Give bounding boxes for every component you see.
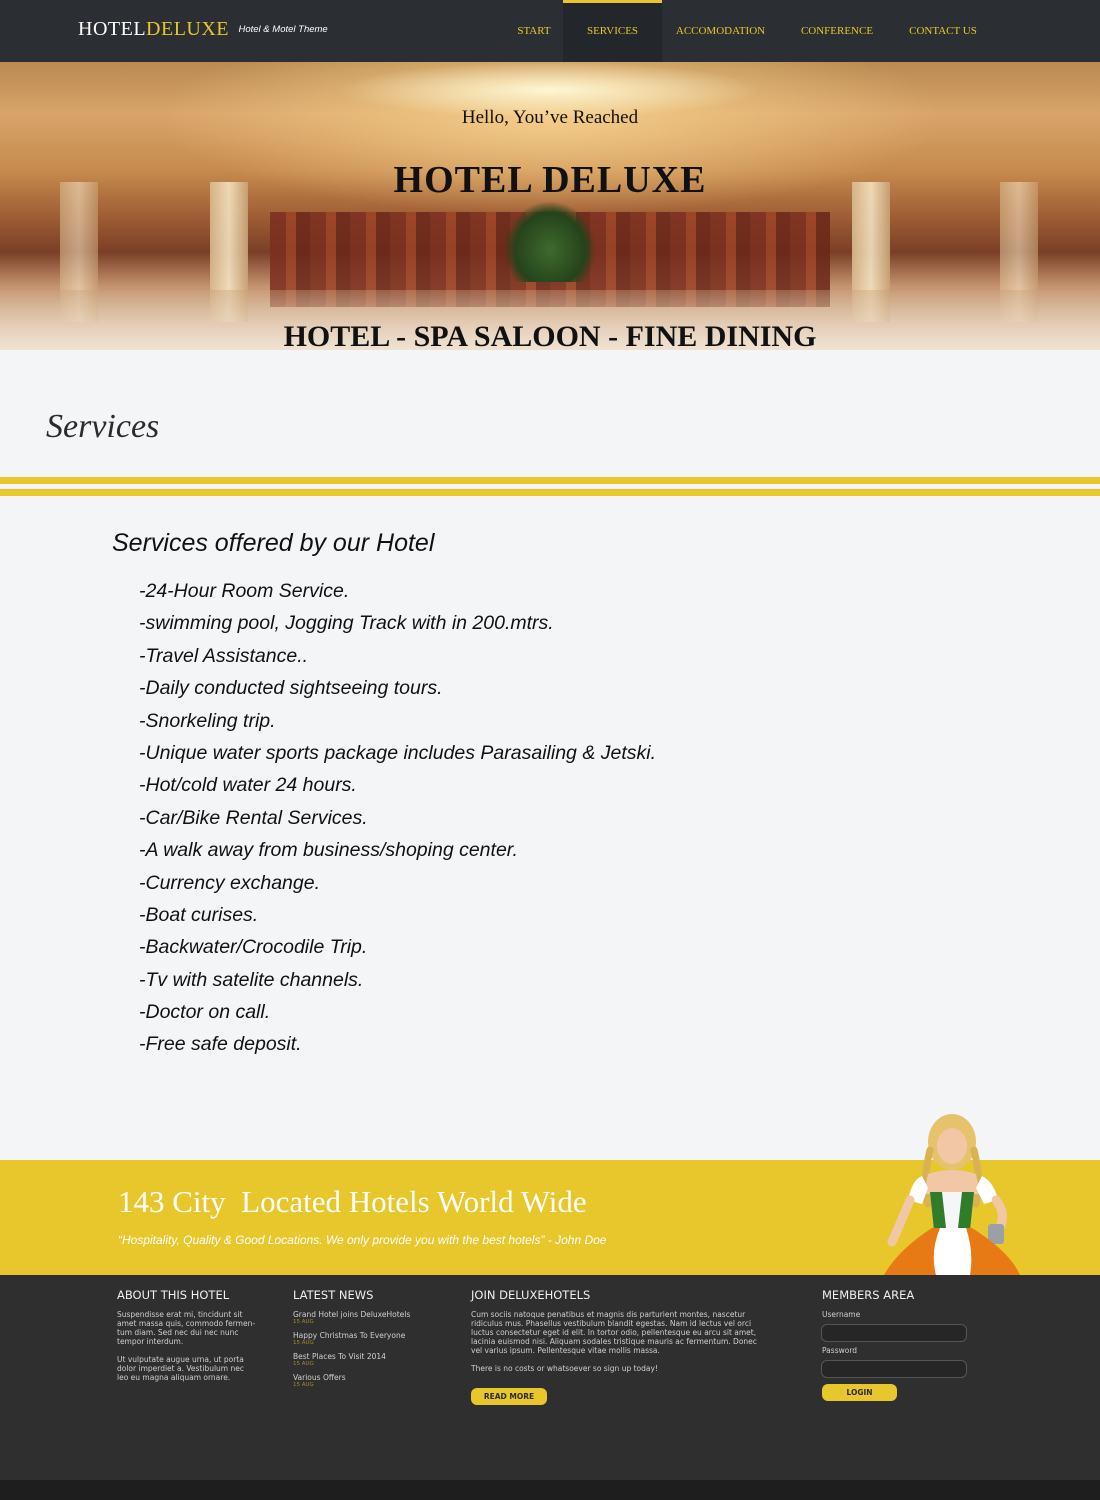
- promo-title: 143 City Located Hotels World Wide: [118, 1184, 587, 1219]
- service-item: -Travel Assistance..: [139, 644, 309, 667]
- hero-banner: Hello, You’ve Reached HOTEL DELUXE HOTEL…: [0, 62, 1100, 350]
- news-item[interactable]: Various Offers 15 AUG: [293, 1373, 346, 1389]
- footer-join-text-2: There is no costs or whatsoever so sign …: [471, 1364, 658, 1373]
- hero-plant: [505, 202, 595, 282]
- nav-item-conference[interactable]: CONFERENCE: [786, 0, 888, 62]
- username-label: Username: [822, 1310, 861, 1319]
- news-item-title[interactable]: Best Places To Visit 2014: [293, 1352, 386, 1361]
- service-item: -swimming pool, Jogging Track with in 20…: [139, 612, 554, 635]
- top-navbar: HOTELDELUXE Hotel & Motel Theme START SE…: [0, 0, 1100, 62]
- page-title: Services: [46, 408, 160, 445]
- service-item: -Tv with satelite channels.: [139, 968, 364, 991]
- service-item: -Free safe deposit.: [139, 1033, 302, 1056]
- service-item: -Daily conducted sightseeing tours.: [139, 677, 443, 700]
- divider-stripe: [0, 477, 1100, 484]
- nav-item-start[interactable]: START: [505, 0, 563, 62]
- read-more-button[interactable]: READ MORE: [471, 1388, 547, 1405]
- nav-item-services[interactable]: SERVICES: [563, 0, 662, 62]
- password-label: Password: [822, 1346, 858, 1355]
- password-input[interactable]: [821, 1360, 967, 1378]
- footer-bottom-bar: [0, 1480, 1100, 1500]
- hero-subtitle: HOTEL - SPA SALOON - FINE DINING: [283, 320, 817, 350]
- footer-join-heading: JOIN DELUXEHOTELS: [471, 1288, 591, 1302]
- service-item: -Hot/cold water 24 hours.: [139, 774, 357, 797]
- news-item-date: 15 AUG: [293, 1382, 314, 1388]
- service-item: -Snorkeling trip.: [139, 709, 276, 732]
- news-item-title[interactable]: Grand Hotel joins DeluxeHotels: [293, 1310, 410, 1319]
- news-item-date: 15 AUG: [293, 1340, 314, 1346]
- username-input[interactable]: [821, 1324, 967, 1342]
- hostess-illustration: [884, 1114, 1020, 1275]
- logo-text-accent: DELUXE: [146, 18, 230, 40]
- footer-about-text-2: Ut vulputate augue urna, ut porta dolor …: [117, 1355, 244, 1382]
- nav-item-contact-us[interactable]: CONTACT US: [895, 0, 991, 62]
- footer-about-heading: ABOUT THIS HOTEL: [117, 1288, 230, 1302]
- news-item[interactable]: Best Places To Visit 2014 15 AUG: [293, 1352, 386, 1368]
- services-list: -24-Hour Room Service. -swimming pool, J…: [139, 577, 656, 1063]
- service-item: -Car/Bike Rental Services.: [139, 806, 368, 829]
- nav-item-accomodation[interactable]: ACCOMODATION: [662, 0, 779, 62]
- service-item: -Backwater/Crocodile Trip.: [139, 936, 368, 959]
- hero-title: HOTEL DELUXE: [393, 159, 707, 201]
- service-item: -Currency exchange.: [139, 871, 321, 894]
- logo-tagline: Hotel & Motel Theme: [238, 24, 328, 35]
- hero-greeting: Hello, You’ve Reached: [461, 107, 639, 128]
- login-button[interactable]: LOGIN: [822, 1384, 897, 1401]
- service-item: -Unique water sports package includes Pa…: [139, 741, 657, 764]
- service-item: -Doctor on call.: [139, 1001, 271, 1024]
- news-item[interactable]: Happy Christmas To Everyone 15 AUG: [293, 1331, 405, 1347]
- news-item[interactable]: Grand Hotel joins DeluxeHotels 15 AUG: [293, 1310, 410, 1326]
- news-item-title[interactable]: Various Offers: [293, 1373, 346, 1382]
- service-item: -Boat curises.: [139, 903, 259, 926]
- service-item: -24-Hour Room Service.: [139, 580, 350, 602]
- divider-stripe: [0, 489, 1100, 496]
- services-list-title: Services offered by our Hotel: [112, 529, 435, 557]
- footer-join-text: Cum sociis natoque penatibus et magnis d…: [471, 1310, 757, 1355]
- footer-members-heading: MEMBERS AREA: [822, 1288, 915, 1302]
- service-item: -A walk away from business/shoping cente…: [139, 839, 518, 862]
- news-item-date: 15 AUG: [293, 1361, 314, 1367]
- footer-news-heading: LATEST NEWS: [293, 1288, 374, 1302]
- promo-quote: “Hospitality, Quality & Good Locations. …: [118, 1233, 607, 1247]
- footer-about-text: Suspendisse erat mi, tincidunt sit amet …: [117, 1310, 256, 1346]
- news-item-title[interactable]: Happy Christmas To Everyone: [293, 1331, 405, 1340]
- news-item-date: 15 AUG: [293, 1319, 314, 1325]
- logo-text-primary: HOTEL: [78, 18, 147, 40]
- site-logo[interactable]: HOTELDELUXE Hotel & Motel Theme: [78, 18, 328, 41]
